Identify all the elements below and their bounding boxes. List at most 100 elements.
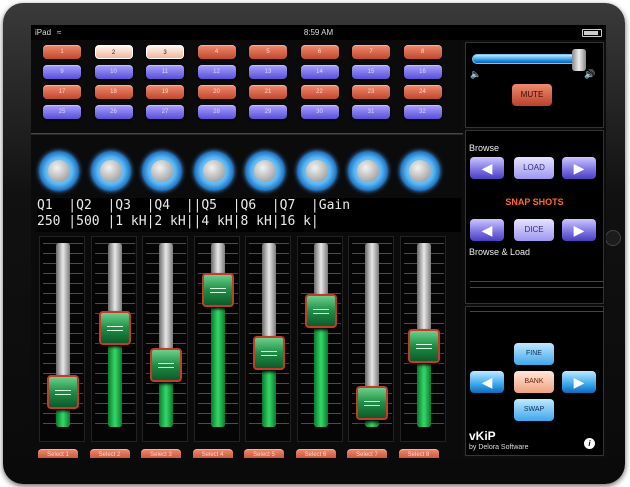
fader-channel-8 (399, 236, 446, 442)
fader-channel-7 (348, 236, 394, 442)
fader-thumb-1[interactable] (47, 375, 79, 409)
fader-thumb-2[interactable] (98, 310, 131, 345)
pad-32[interactable]: 32 (403, 105, 442, 119)
knob-4[interactable] (193, 151, 234, 191)
swap-button[interactable]: SWAP (514, 399, 554, 421)
pad-15[interactable]: 15 (352, 65, 390, 79)
pad-29[interactable]: 29 (249, 105, 287, 119)
pad-22[interactable]: 22 (300, 85, 339, 99)
browse-label: Browse (469, 143, 500, 153)
divider (31, 133, 463, 135)
arrow-left-icon: ◀ (481, 160, 493, 176)
clock: 8:59 AM (303, 28, 334, 37)
pad-18[interactable]: 18 (94, 85, 133, 99)
mute-button[interactable]: MUTE (512, 84, 552, 106)
pad-26[interactable]: 26 (94, 105, 133, 119)
pad-28[interactable]: 28 (197, 105, 236, 119)
knob-cap (99, 160, 122, 182)
pad-6[interactable]: 6 (300, 45, 339, 59)
knob-3[interactable] (142, 151, 182, 191)
bank-button[interactable]: BANK (514, 371, 554, 393)
fader-thumb-4[interactable] (201, 273, 234, 307)
brand-name: vKiP (469, 429, 496, 443)
pad-24[interactable]: 24 (403, 85, 442, 99)
pad-19[interactable]: 19 (146, 85, 184, 99)
pad-21[interactable]: 21 (249, 85, 287, 99)
fader-level (313, 311, 328, 427)
select-button-3[interactable]: Select 3 (141, 449, 181, 458)
volume-slider-thumb[interactable] (572, 49, 587, 71)
pad-7[interactable]: 7 (352, 45, 390, 59)
pad-3[interactable]: 3 (146, 45, 184, 59)
knob-cap (202, 160, 225, 182)
pad-12[interactable]: 12 (197, 65, 236, 79)
select-button-7[interactable]: Select 7 (347, 449, 387, 458)
pad-17[interactable]: 17 (43, 85, 81, 99)
browse-prev-button[interactable]: ◀ (470, 157, 504, 179)
fader-thumb-6[interactable] (304, 294, 337, 328)
fader-thumb-7[interactable] (356, 385, 388, 420)
knob-5[interactable] (245, 151, 285, 191)
pad-14[interactable]: 14 (300, 65, 339, 79)
control-panel: 🔈 🔊 MUTE Browse ◀ LOAD ▶ SNAP SHOTS ◀ DI… (463, 40, 606, 458)
arrow-right-icon: ▶ (573, 222, 585, 238)
pad-5[interactable]: 5 (249, 45, 287, 59)
pad-10[interactable]: 10 (94, 65, 133, 79)
knob-7[interactable] (348, 151, 388, 191)
speaker-low-icon: 🔈 (470, 69, 482, 79)
pad-20[interactable]: 20 (197, 85, 236, 99)
select-button-2[interactable]: Select 2 (89, 449, 130, 458)
knob-2[interactable] (90, 151, 131, 191)
fader-thumb-3[interactable] (150, 348, 182, 382)
pad-1[interactable]: 1 (43, 45, 81, 59)
bank-prev-button[interactable]: ◀ (470, 371, 504, 393)
battery-icon (582, 29, 602, 37)
fader-channel-6 (296, 236, 343, 442)
volume-slider[interactable] (472, 49, 587, 71)
select-button-6[interactable]: Select 6 (295, 449, 336, 458)
divider (470, 311, 604, 312)
pad-27[interactable]: 27 (146, 105, 184, 119)
knob-1[interactable] (39, 151, 79, 191)
knob-8[interactable] (399, 151, 440, 191)
pad-8[interactable]: 8 (403, 45, 442, 59)
select-button-8[interactable]: Select 8 (398, 449, 439, 458)
fader-channel-2 (90, 236, 137, 442)
pad-2[interactable]: 2 (94, 45, 133, 59)
lcd-display: Q1 |Q2 |Q3 |Q4 ||Q5 |Q6 |Q7 |Gain 250 |50… (37, 198, 461, 232)
select-button-1[interactable]: Select 1 (38, 449, 78, 458)
pad-13[interactable]: 13 (249, 65, 287, 79)
ipad-frame: iPad ≈ 8:59 AM 1 2 3 4 5 6 7 8 9 10 11 12 13 14 15 16 17… (3, 3, 625, 484)
select-button-4[interactable]: Select 4 (192, 449, 233, 458)
fader-thumb-8[interactable] (407, 328, 440, 363)
arrow-left-icon: ◀ (481, 374, 493, 390)
browse-next-button[interactable]: ▶ (562, 157, 596, 179)
fader-channel-1 (39, 236, 85, 442)
fine-button[interactable]: FINE (514, 343, 554, 365)
pad-16[interactable]: 16 (403, 65, 442, 79)
browse-load-label: Browse & Load (469, 247, 531, 257)
load-button[interactable]: LOAD (514, 157, 554, 179)
pad-23[interactable]: 23 (352, 85, 390, 99)
bank-next-button[interactable]: ▶ (562, 371, 596, 393)
fader-channel-4 (193, 236, 240, 442)
info-icon[interactable]: i (584, 438, 595, 449)
home-button[interactable] (605, 230, 621, 246)
knob-cap (357, 160, 379, 182)
snapshot-section: Browse ◀ LOAD ▶ SNAP SHOTS ◀ DICE ▶ Brow… (465, 130, 604, 304)
dice-prev-button[interactable]: ◀ (470, 219, 504, 241)
pad-31[interactable]: 31 (352, 105, 390, 119)
select-button-5[interactable]: Select 5 (244, 449, 284, 458)
knob-6[interactable] (296, 151, 337, 191)
mixer-panel: 1 2 3 4 5 6 7 8 9 10 11 12 13 14 15 16 17 18 19 20 21 22 23 24 2… (31, 40, 463, 458)
pad-30[interactable]: 30 (300, 105, 339, 119)
dice-next-button[interactable]: ▶ (562, 219, 596, 241)
pad-4[interactable]: 4 (197, 45, 236, 59)
fader-level (210, 290, 225, 427)
pad-9[interactable]: 9 (43, 65, 81, 79)
fader-thumb-5[interactable] (253, 336, 285, 370)
knob-cap (305, 160, 328, 182)
dice-button[interactable]: DICE (514, 219, 554, 241)
pad-11[interactable]: 11 (146, 65, 184, 79)
pad-25[interactable]: 25 (43, 105, 81, 119)
